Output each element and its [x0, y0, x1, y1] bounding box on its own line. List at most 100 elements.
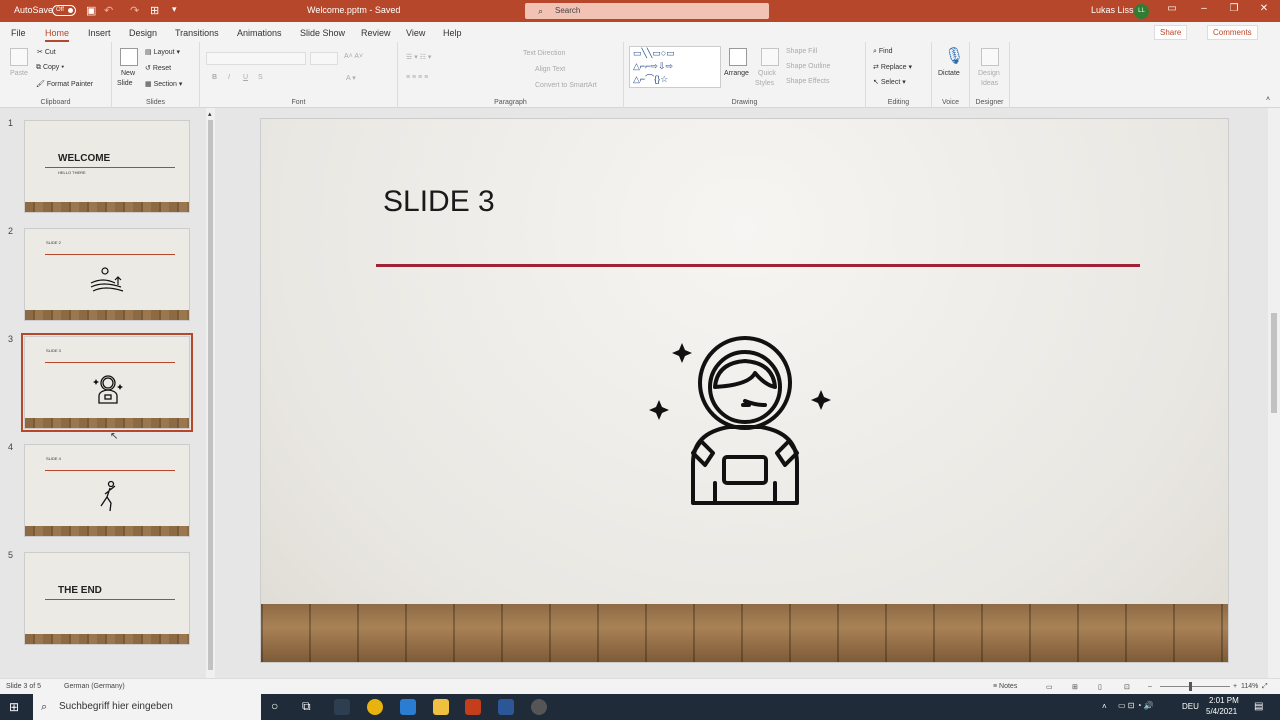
quick-styles-button[interactable]: Quick	[758, 70, 776, 77]
grow-font-icon[interactable]: A˄ A˅	[344, 53, 363, 60]
layout-button[interactable]: ▤ Layout ▾	[145, 48, 180, 56]
taskbar-search[interactable]: ⌕ Suchbegriff hier eingeben	[33, 694, 261, 720]
align-icons[interactable]: ≡ ≡ ≡ ≡	[406, 74, 428, 81]
tab-view[interactable]: View	[406, 28, 425, 38]
slide-thumbnail-3[interactable]: SLIDE 3	[21, 333, 193, 432]
slide-scroll-thumb[interactable]	[1271, 313, 1277, 413]
avatar[interactable]: LL	[1134, 4, 1149, 19]
document-title[interactable]: Welcome.pptm - Saved	[307, 5, 400, 15]
section-button[interactable]: ▦ Section ▾	[145, 80, 182, 88]
todo-icon[interactable]	[400, 699, 416, 715]
search-box[interactable]: ⌕ Search	[525, 3, 769, 19]
keyboard-language[interactable]: DEU	[1182, 702, 1199, 711]
tab-review[interactable]: Review	[361, 28, 391, 38]
notes-button[interactable]: ≡ Notes	[993, 683, 1017, 690]
tab-transitions[interactable]: Transitions	[175, 28, 219, 38]
tray-chevron-icon[interactable]: ˄	[1102, 702, 1107, 711]
undo-icon[interactable]: ↶	[104, 4, 113, 17]
comments-button[interactable]: Comments	[1207, 25, 1258, 40]
arrange-button[interactable]: Arrange	[724, 70, 749, 77]
slide-thumbnail-5[interactable]: THE END	[24, 552, 190, 645]
share-button[interactable]: Share	[1154, 25, 1188, 40]
reading-view-icon[interactable]: ▯	[1098, 683, 1102, 691]
autosave-toggle[interactable]: Off	[52, 5, 76, 16]
slide-thumbnail-4[interactable]: SLIDE 4	[24, 444, 190, 537]
restore-icon[interactable]: ❐	[1224, 3, 1244, 14]
user-name[interactable]: Lukas Liss	[1091, 5, 1134, 15]
zoom-level[interactable]: 114%	[1241, 683, 1258, 690]
design-ideas-icon[interactable]	[981, 48, 999, 66]
close-icon[interactable]: ✕	[1254, 3, 1274, 14]
slide-scrollbar[interactable]	[1268, 108, 1280, 678]
zoom-out-icon[interactable]: –	[1148, 683, 1152, 690]
paste-button[interactable]: Paste	[10, 70, 28, 77]
strike-button[interactable]: S	[258, 74, 263, 81]
zoom-slider[interactable]	[1160, 686, 1230, 687]
windows-start-icon[interactable]: ⊞	[9, 700, 19, 714]
slide-title-divider[interactable]	[376, 264, 1140, 267]
slide-canvas[interactable]: SLIDE 3	[260, 118, 1229, 663]
new-slide-button[interactable]: New	[121, 70, 135, 77]
present-icon[interactable]: ⊞	[150, 4, 159, 17]
arrange-icon[interactable]	[729, 48, 747, 66]
collapse-ribbon-icon[interactable]: ˄	[1266, 96, 1270, 103]
fit-to-window-icon[interactable]: ⤢	[1262, 683, 1268, 691]
thumbnails-scroll-thumb[interactable]	[208, 120, 213, 670]
bold-button[interactable]: B	[212, 74, 217, 81]
shape-effects-button[interactable]: Shape Effects	[786, 78, 829, 85]
shape-fill-button[interactable]: Shape Fill	[786, 48, 817, 55]
slide-thumbnail-1[interactable]: WELCOME HELLO THERE	[24, 120, 190, 213]
font-family-select[interactable]	[206, 52, 306, 65]
italic-button[interactable]: I	[228, 74, 230, 81]
scroll-up-icon[interactable]: ▴	[208, 110, 212, 118]
font-color-icon[interactable]: A ▾	[346, 74, 356, 82]
tab-file[interactable]: File	[11, 28, 26, 38]
font-size-select[interactable]	[310, 52, 338, 65]
quick-styles-button-line2[interactable]: Styles	[755, 80, 774, 87]
tab-insert[interactable]: Insert	[88, 28, 111, 38]
format-painter-button[interactable]: 🖌 Format Painter	[36, 80, 93, 88]
text-direction-button[interactable]: Text Direction	[523, 50, 565, 57]
underline-button[interactable]: U	[243, 74, 248, 81]
copy-button[interactable]: ⧉ Copy ▾	[36, 64, 64, 72]
language-indicator[interactable]: German (Germany)	[64, 683, 125, 690]
cut-button[interactable]: ✂ Cut	[37, 48, 56, 56]
bullets-icon[interactable]: ☰ ▾ ☷ ▾	[406, 53, 431, 61]
align-text-button[interactable]: Align Text	[535, 66, 565, 73]
tab-help[interactable]: Help	[443, 28, 462, 38]
new-slide-icon[interactable]	[120, 48, 138, 66]
redo-icon[interactable]: ↷	[130, 4, 139, 17]
slide-thumbnail-2[interactable]: SLIDE 2	[24, 228, 190, 321]
normal-view-icon[interactable]: ▭	[1046, 683, 1053, 691]
notifications-icon[interactable]: ▤	[1254, 701, 1263, 712]
clock-date[interactable]: 5/4/2021	[1206, 707, 1237, 716]
obs-icon[interactable]	[531, 699, 547, 715]
find-button[interactable]: ⌕ Find	[873, 48, 893, 56]
zoom-slider-thumb[interactable]	[1189, 682, 1192, 691]
app-icon[interactable]	[498, 699, 514, 715]
shape-outline-button[interactable]: Shape Outline	[786, 63, 830, 70]
tab-design[interactable]: Design	[129, 28, 157, 38]
customize-toolbar-icon[interactable]: ▾	[172, 4, 177, 15]
astronaut-icon[interactable]	[647, 333, 835, 513]
microphone-icon[interactable]: 🎙	[944, 46, 964, 66]
cortana-icon[interactable]: ○	[271, 699, 278, 713]
tab-slide-show[interactable]: Slide Show	[300, 28, 345, 38]
file-explorer-icon[interactable]	[433, 699, 449, 715]
ribbon-display-icon[interactable]: ▭	[1162, 3, 1182, 14]
dictate-button[interactable]: Dictate	[938, 70, 960, 77]
shapes-gallery[interactable]: ▭╲╲▭○▭ △⌐⌐⇨⇩⇨ △⌐⌒{}☆	[629, 46, 721, 88]
minimize-icon[interactable]: –	[1194, 3, 1214, 14]
tab-home[interactable]: Home	[45, 28, 70, 42]
convert-smartart-button[interactable]: Convert to SmartArt	[535, 82, 597, 89]
terminal-icon[interactable]	[334, 699, 350, 715]
chrome-icon[interactable]	[367, 699, 383, 715]
powerpoint-icon[interactable]	[465, 699, 481, 715]
slide-sorter-icon[interactable]: ⊞	[1072, 683, 1078, 691]
tray-icons[interactable]: ▭ ⊡ ◔ 🔊	[1118, 701, 1154, 710]
reset-button[interactable]: ↺ Reset	[145, 64, 171, 72]
replace-button[interactable]: ⇄ Replace ▾	[873, 63, 912, 71]
zoom-in-icon[interactable]: +	[1233, 683, 1237, 690]
new-slide-button-line2[interactable]: Slide	[117, 80, 133, 87]
task-view-icon[interactable]: ⧉	[302, 699, 311, 714]
